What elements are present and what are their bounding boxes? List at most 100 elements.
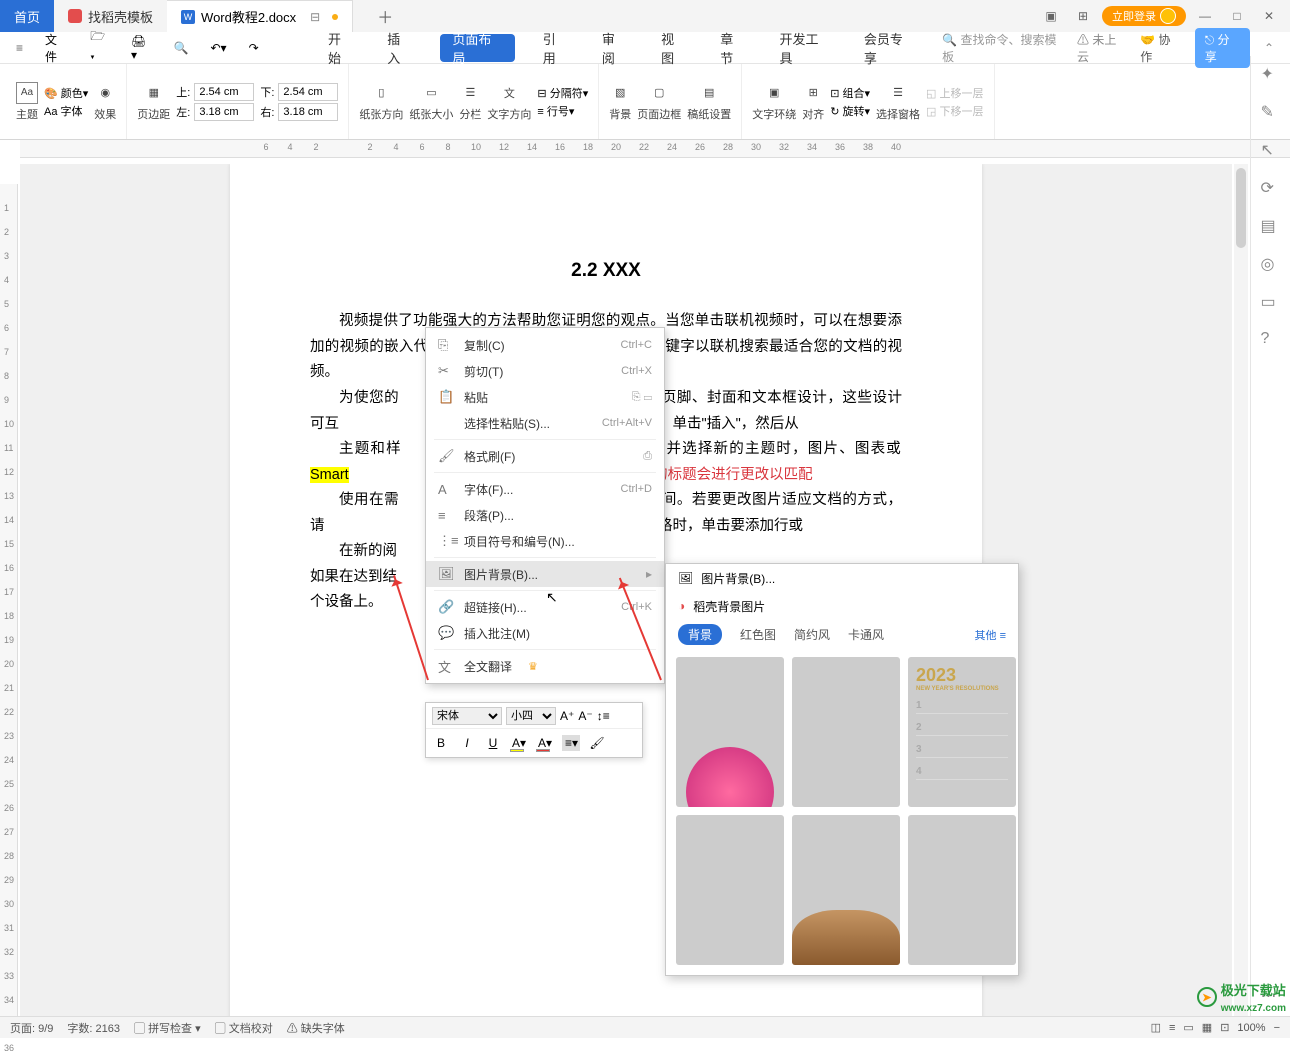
bg-thumb[interactable] <box>676 657 784 807</box>
submenu-picbg[interactable]: 🖼图片背景(B)... <box>666 564 1018 592</box>
menu-reference[interactable]: 引用 <box>537 34 574 62</box>
layout-icon[interactable]: ▣ <box>1038 5 1064 27</box>
side-pen-icon[interactable]: ✎ <box>1261 102 1281 122</box>
side-magic-icon[interactable]: ✦ <box>1261 64 1281 84</box>
side-target-icon[interactable]: ◎ <box>1261 254 1281 274</box>
bgtab-background[interactable]: 背景 <box>678 624 722 645</box>
bgtab-red[interactable]: 红色图 <box>740 626 776 643</box>
ctx-cut[interactable]: ✂剪切(T)Ctrl+X <box>426 358 664 384</box>
orientation-button[interactable]: ▯纸张方向 <box>359 82 403 122</box>
ruler-vertical[interactable]: /*numbers manually*/ 1234567891011121314… <box>0 184 18 1016</box>
vertical-scrollbar[interactable] <box>1234 164 1248 1016</box>
ctx-paragraph[interactable]: ≡段落(P)... <box>426 502 664 528</box>
margin-left-input[interactable] <box>194 103 254 121</box>
ctx-comment[interactable]: 💬插入批注(M) <box>426 620 664 646</box>
share-button[interactable]: ⎋ 分享 <box>1195 28 1250 68</box>
ctx-translate[interactable]: 文全文翻译♛ <box>426 653 664 679</box>
pageborder-button[interactable]: ▢页面边框 <box>637 82 681 122</box>
status-proof[interactable]: ▢ 文档校对 <box>215 1020 273 1036</box>
tab-home[interactable]: 首页 <box>0 0 54 32</box>
linespacing-icon[interactable]: ↕≡ <box>597 709 610 723</box>
font-color-button[interactable]: A▾ <box>536 736 554 750</box>
textdir-button[interactable]: 文文字方向 <box>487 82 531 122</box>
bg-thumb[interactable] <box>792 657 900 807</box>
bg-thumb[interactable] <box>676 815 784 965</box>
highlight-color-button[interactable]: A▾ <box>510 736 528 750</box>
command-search[interactable]: 🔍 查找命令、搜索模板 <box>942 31 1063 65</box>
zoom-fit-icon[interactable]: ⊡ <box>1220 1021 1229 1034</box>
tab-document[interactable]: W Word教程2.docx ⊟ <box>167 0 353 32</box>
underline-button[interactable]: U <box>484 736 502 750</box>
new-tab-button[interactable]: ＋ <box>377 4 393 28</box>
hamburger-icon[interactable]: ≡ <box>16 41 23 55</box>
side-select-icon[interactable]: ↖ <box>1261 140 1281 160</box>
grow-font-icon[interactable]: A⁺ <box>560 709 574 723</box>
view-mode-icon[interactable]: ≡ <box>1169 1022 1175 1034</box>
menu-start[interactable]: 开始 <box>322 34 359 62</box>
mini-size-select[interactable]: 小四 <box>506 707 556 725</box>
group-button[interactable]: ⊡ 组合▾ <box>830 85 870 101</box>
menu-chapter[interactable]: 章节 <box>714 34 751 62</box>
side-sync-icon[interactable]: ⟳ <box>1261 178 1281 198</box>
login-button[interactable]: 立即登录 <box>1102 6 1186 26</box>
margin-button[interactable]: ▦页边距 <box>137 82 170 122</box>
status-missing-font[interactable]: ⚠ 缺失字体 <box>287 1020 345 1036</box>
effect-button[interactable]: ◉效果 <box>94 82 116 122</box>
status-spell[interactable]: ▢ 拼写检查 ▾ <box>134 1020 201 1036</box>
wrap-button[interactable]: ▣文字环绕 <box>752 82 796 122</box>
view-mode-icon[interactable]: ◫ <box>1151 1021 1161 1034</box>
ctx-font[interactable]: A字体(F)...Ctrl+D <box>426 476 664 502</box>
pagesize-button[interactable]: ▭纸张大小 <box>409 82 453 122</box>
menu-dev[interactable]: 开发工具 <box>773 34 835 62</box>
shrink-font-icon[interactable]: A⁻ <box>578 709 592 723</box>
qat-undo-icon[interactable]: ↶▾ <box>211 41 227 55</box>
tab-templates[interactable]: 找稻壳模板 <box>54 0 167 32</box>
side-bookmark-icon[interactable]: ▤ <box>1261 216 1281 236</box>
window-close[interactable]: ✕ <box>1256 5 1282 27</box>
apps-icon[interactable]: ⊞ <box>1070 5 1096 27</box>
menu-more-icon[interactable]: ⌃ <box>1264 41 1274 55</box>
bgtab-simple[interactable]: 简约风 <box>794 626 830 643</box>
zoom-out-icon[interactable]: − <box>1274 1022 1280 1034</box>
window-minimize[interactable]: — <box>1192 5 1218 27</box>
window-maximize[interactable]: □ <box>1224 5 1250 27</box>
background-button[interactable]: ▧背景 <box>609 82 631 122</box>
ctx-paste[interactable]: 📋粘贴⎘ ▭ <box>426 384 664 410</box>
bgtab-other[interactable]: 其他 ≡ <box>975 627 1006 643</box>
gutter-button[interactable]: ▤稿纸设置 <box>687 82 731 122</box>
rotate-button[interactable]: ↻ 旋转▾ <box>830 103 870 119</box>
bg-thumb[interactable]: 2023 NEW YEAR'S RESOLUTIONS 1234 <box>908 657 1016 807</box>
margin-top-input[interactable] <box>194 83 254 101</box>
bg-thumb[interactable] <box>792 815 900 965</box>
cloud-status[interactable]: ⚠ 未上云 <box>1077 31 1126 65</box>
menu-vip[interactable]: 会员专享 <box>858 34 920 62</box>
separator-button[interactable]: ⊟ 分隔符▾ <box>537 85 588 101</box>
ruler-horizontal[interactable]: 642 2468 10121416 18202224 26283032 3436… <box>20 140 1290 158</box>
bring-forward-button[interactable]: ◱ 上移一层 <box>926 85 983 101</box>
qat-print-icon[interactable]: 🖨▾ <box>131 34 152 62</box>
view-mode-icon[interactable]: ▭ <box>1183 1021 1193 1034</box>
send-back-button[interactable]: ◲ 下移一层 <box>926 103 983 119</box>
bg-thumb[interactable] <box>908 815 1016 965</box>
mini-font-select[interactable]: 宋体 <box>432 707 502 725</box>
menu-pagelayout[interactable]: 页面布局 <box>440 34 514 62</box>
lineno-button[interactable]: ≡ 行号▾ <box>537 103 588 119</box>
zoom-level[interactable]: 100% <box>1237 1022 1265 1034</box>
menu-view[interactable]: 视图 <box>655 34 692 62</box>
selpane-button[interactable]: ☰选择窗格 <box>876 82 920 122</box>
collab-button[interactable]: 🤝 协作 <box>1140 31 1180 65</box>
qat-redo-icon[interactable]: ↷ <box>249 41 259 55</box>
align-button[interactable]: ⊞对齐 <box>802 82 824 122</box>
ctx-format-painter[interactable]: 🖌格式刷(F)⎙ <box>426 443 664 469</box>
ctx-bullets[interactable]: ⋮≡项目符号和编号(N)... <box>426 528 664 554</box>
status-page[interactable]: 页面: 9/9 <box>10 1020 53 1036</box>
theme-button[interactable]: Aa主题 <box>16 82 38 122</box>
italic-button[interactable]: I <box>458 736 476 750</box>
ctx-paste-special[interactable]: 选择性粘贴(S)...Ctrl+Alt+V <box>426 410 664 436</box>
color-button[interactable]: 🎨 颜色▾ <box>44 85 88 101</box>
file-menu[interactable]: 文件 <box>45 31 68 65</box>
status-words[interactable]: 字数: 2163 <box>67 1020 120 1036</box>
margin-bottom-input[interactable] <box>278 83 338 101</box>
menu-review[interactable]: 审阅 <box>596 34 633 62</box>
margin-right-input[interactable] <box>278 103 338 121</box>
